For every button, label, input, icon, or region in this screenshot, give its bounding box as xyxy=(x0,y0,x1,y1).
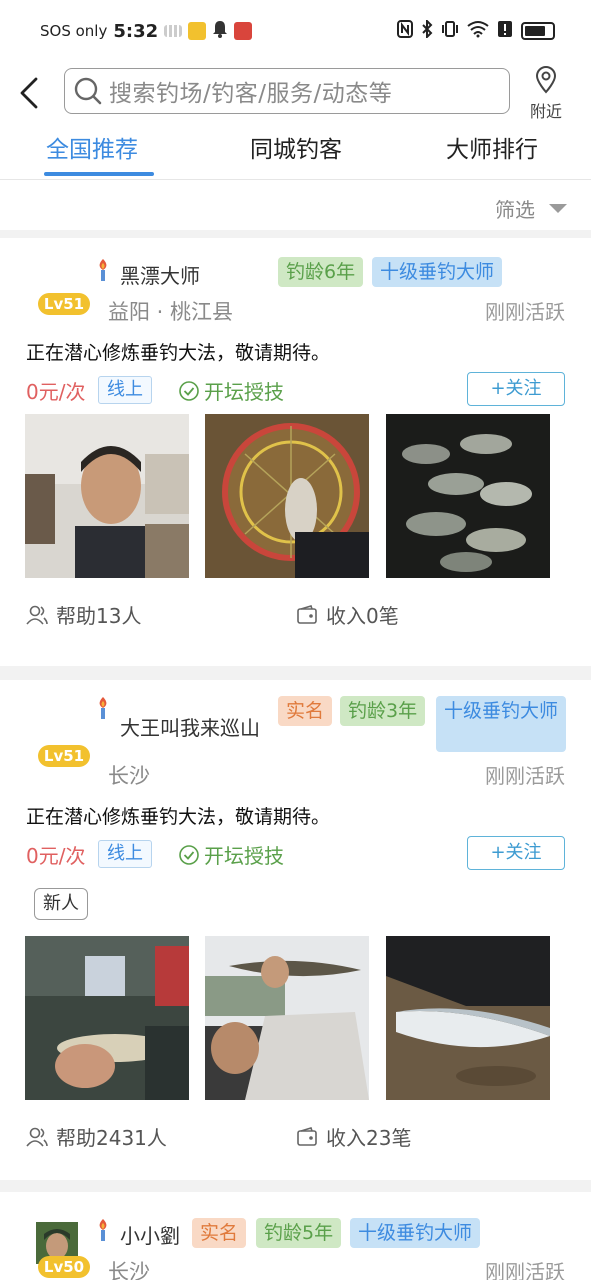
top-header: 搜索钓场/钓客/服务/动态等 附近 全国推荐 同城钓客 大师排行 xyxy=(0,62,591,180)
chevron-left-icon xyxy=(20,77,38,109)
teaching-label: 开坛授技 xyxy=(204,844,284,868)
angler-name[interactable]: 黑漂大师 xyxy=(120,260,200,289)
photo-fish-on-ground xyxy=(386,936,550,1100)
fishing-years-tag: 钓龄6年 xyxy=(278,257,364,287)
photo-fish-held-at-water xyxy=(25,936,189,1100)
teaching-label: 开坛授技 xyxy=(204,380,284,404)
help-count-label: 帮助2431人 xyxy=(56,1126,167,1150)
photo-man-portrait xyxy=(25,414,189,578)
clock: 5:32 xyxy=(113,20,159,42)
real-name-tag: 实名 xyxy=(278,696,333,726)
tab-national-recommend[interactable]: 全国推荐 xyxy=(46,130,138,164)
help-count-label: 帮助13人 xyxy=(56,604,142,628)
wallet-icon xyxy=(297,604,317,624)
active-status: 刚刚活跃 xyxy=(485,1260,565,1280)
online-tag: 线上 xyxy=(98,376,152,404)
torch-icon xyxy=(99,1219,107,1241)
fishing-years-tag: 钓龄5年 xyxy=(256,1218,342,1248)
filter-button[interactable]: 筛选 xyxy=(495,194,535,223)
level-badge: Lv51 xyxy=(38,745,90,767)
photo-fish-pile xyxy=(386,414,550,578)
angler-card[interactable]: Lv50 小小劉 实名 钓龄5年 十级垂钓大师 长沙 刚刚活跃 xyxy=(0,1192,591,1280)
status-bar: SOS only 5:32 xyxy=(0,0,591,62)
avatar-image xyxy=(39,694,89,744)
location-text: 长沙 xyxy=(108,1260,150,1280)
search-input[interactable]: 搜索钓场/钓客/服务/动态等 xyxy=(64,68,510,114)
photo-thumbnail[interactable] xyxy=(386,936,550,1100)
motto-text: 正在潜心修炼垂钓大法，敬请期待。 xyxy=(26,806,331,828)
wifi-icon xyxy=(467,20,489,42)
photo-fish-in-net xyxy=(205,414,369,578)
master-level-tag: 十级垂钓大师 xyxy=(436,696,566,752)
status-right xyxy=(397,18,555,42)
nearby-label: 附近 xyxy=(529,102,562,121)
grid-icon xyxy=(164,25,183,37)
active-status: 刚刚活跃 xyxy=(485,300,565,324)
caret-down-icon[interactable] xyxy=(549,204,567,213)
bell-icon xyxy=(212,20,228,42)
nfc-icon xyxy=(397,20,413,42)
follow-button[interactable]: +关注 xyxy=(467,372,565,406)
photo-thumbnail[interactable] xyxy=(205,936,369,1100)
photo-thumbnail[interactable] xyxy=(25,414,189,578)
carrier-label: SOS only xyxy=(40,22,108,40)
angler-card[interactable]: Lv51 大王叫我来巡山 实名 钓龄3年 十级垂钓大师 长沙 刚刚活跃 正在潜心… xyxy=(0,680,591,1180)
users-icon xyxy=(26,605,48,625)
red-app-icon xyxy=(234,22,253,40)
active-status: 刚刚活跃 xyxy=(485,764,565,788)
photo-thumbnail[interactable] xyxy=(205,414,369,578)
filter-row: 筛选 xyxy=(0,180,591,230)
price-text: 0元/次 xyxy=(26,844,86,868)
angler-name[interactable]: 小小劉 xyxy=(120,1220,180,1249)
location-text: 益阳 · 桃江县 xyxy=(108,300,234,324)
check-circle-icon xyxy=(179,844,199,865)
check-circle-icon xyxy=(179,380,199,401)
torch-icon xyxy=(99,697,107,719)
photo-man-holding-fish xyxy=(205,936,369,1100)
teaching-status: 开坛授技 xyxy=(178,376,284,405)
income-count: 收入0笔 xyxy=(296,600,399,629)
nearby-button[interactable]: 附近 xyxy=(524,66,568,122)
location-text: 长沙 xyxy=(108,764,150,788)
avatar-image xyxy=(39,248,89,298)
follow-button[interactable]: +关注 xyxy=(467,836,565,870)
torch-icon xyxy=(99,259,107,281)
app-notification-icon xyxy=(188,22,207,40)
online-tag: 线上 xyxy=(98,840,152,868)
real-name-tag: 实名 xyxy=(192,1218,247,1248)
angler-card[interactable]: Lv51 黑漂大师 钓龄6年 十级垂钓大师 益阳 · 桃江县 刚刚活跃 正在潜心… xyxy=(0,238,591,666)
level-badge: Lv50 xyxy=(38,1256,90,1278)
fishing-years-tag: 钓龄3年 xyxy=(340,696,426,726)
master-level-tag: 十级垂钓大师 xyxy=(350,1218,481,1248)
master-level-tag: 十级垂钓大师 xyxy=(372,257,503,287)
bluetooth-icon xyxy=(421,18,433,42)
active-tab-indicator xyxy=(44,172,154,176)
status-left: SOS only 5:32 xyxy=(40,20,253,42)
users-icon xyxy=(26,1127,48,1147)
photo-thumbnail[interactable] xyxy=(25,936,189,1100)
vibrate-icon xyxy=(441,20,459,42)
tab-bar: 全国推荐 同城钓客 大师排行 xyxy=(0,126,591,180)
alert-icon xyxy=(497,20,513,42)
photo-thumbnail[interactable] xyxy=(386,414,550,578)
wallet-icon xyxy=(297,1126,317,1146)
help-count: 帮助2431人 xyxy=(26,1122,167,1151)
income-count: 收入23笔 xyxy=(296,1122,411,1151)
tab-master-ranking[interactable]: 大师排行 xyxy=(446,130,538,164)
level-badge: Lv51 xyxy=(38,293,90,315)
newbie-badge: 新人 xyxy=(34,888,88,920)
teaching-status: 开坛授技 xyxy=(178,840,284,869)
location-pin-icon xyxy=(535,66,557,94)
back-button[interactable] xyxy=(16,76,46,110)
tab-same-city-anglers[interactable]: 同城钓客 xyxy=(250,130,342,164)
help-count: 帮助13人 xyxy=(26,600,141,629)
motto-text: 正在潜心修炼垂钓大法，敬请期待。 xyxy=(26,342,331,364)
battery-icon xyxy=(521,22,555,40)
income-count-label: 收入0笔 xyxy=(326,604,399,628)
search-placeholder: 搜索钓场/钓客/服务/动态等 xyxy=(109,81,393,107)
angler-name[interactable]: 大王叫我来巡山 xyxy=(120,712,260,741)
income-count-label: 收入23笔 xyxy=(326,1126,412,1150)
search-icon xyxy=(74,77,102,105)
price-text: 0元/次 xyxy=(26,380,86,404)
